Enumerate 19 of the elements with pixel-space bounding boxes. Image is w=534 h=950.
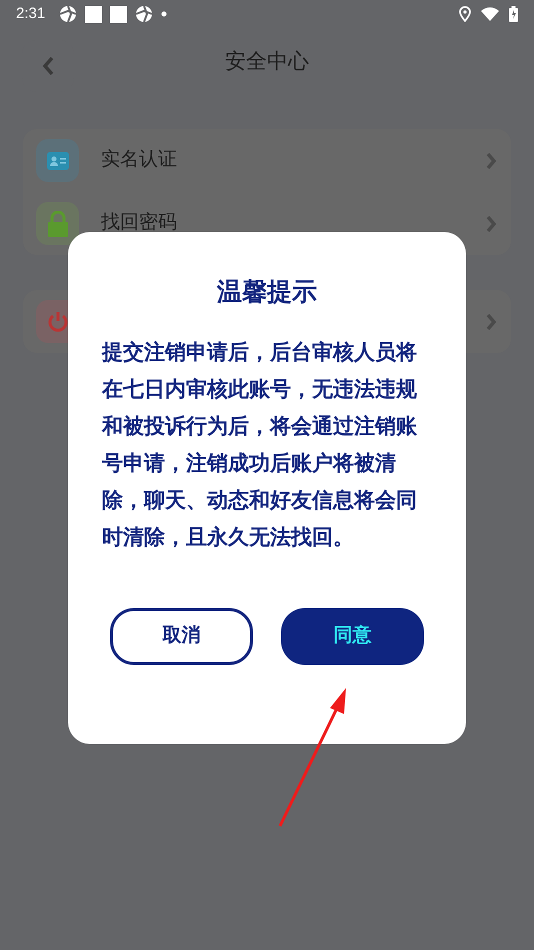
square-icon: [110, 6, 128, 22]
agree-button[interactable]: 同意: [281, 608, 424, 664]
chevron-right-icon: [486, 214, 497, 232]
lock-icon: [46, 210, 68, 236]
chevron-right-icon: [486, 152, 497, 170]
back-chevron-icon: [42, 56, 54, 76]
battery-icon: [509, 6, 518, 22]
location-icon: [459, 6, 471, 22]
dialog-title: 温馨提示: [217, 277, 317, 308]
wifi-icon: [481, 7, 499, 21]
status-time: 2:31: [16, 4, 46, 24]
power-icon: [46, 310, 68, 332]
cancel-button[interactable]: 取消: [110, 608, 253, 664]
square-icon: [85, 6, 102, 22]
page-title: 安全中心: [225, 49, 309, 76]
id-card-icon: [46, 152, 68, 170]
dialog-message: 提交注销申请后，后台审核人员将在七日内审核此账号，无违法违规和被投诉行为后，将会通过注销账号申请，注销成功后账户将被清除，聊天、动态和好友信息将会同时清除，且永久无法找回。: [102, 340, 418, 550]
dot-icon: [161, 11, 168, 17]
chevron-right-icon: [486, 312, 497, 330]
